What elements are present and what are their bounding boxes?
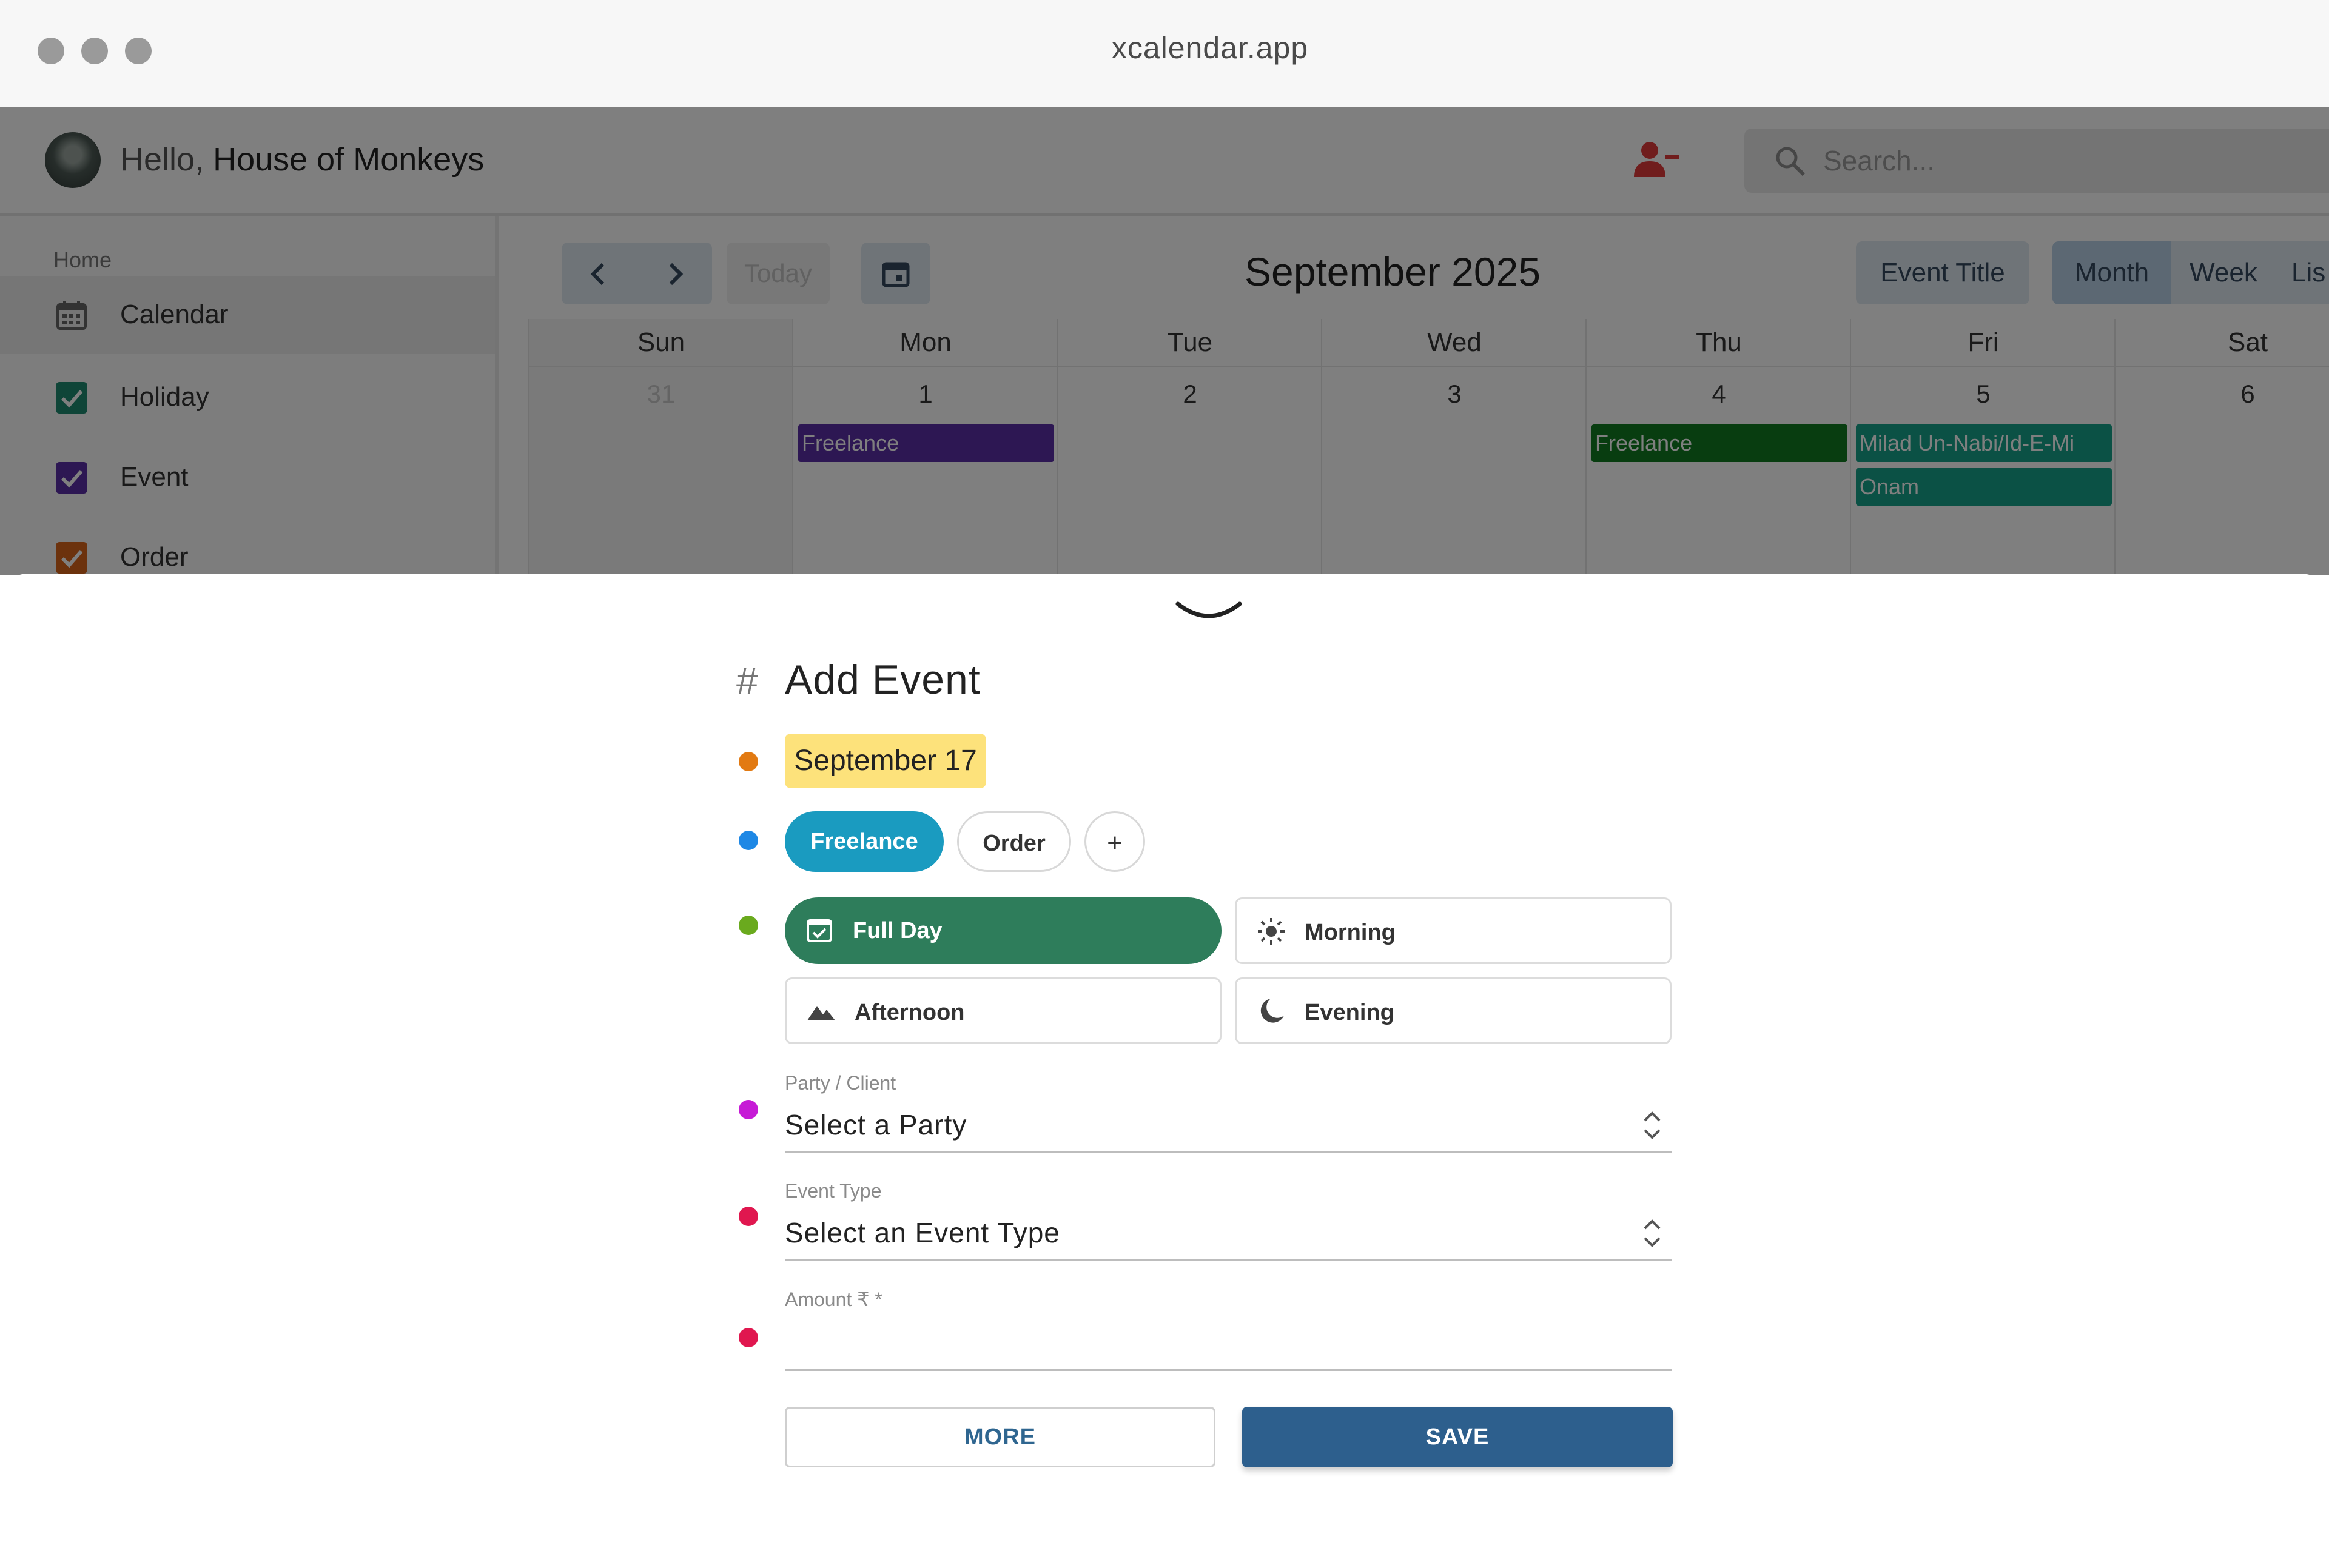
slot-afternoon[interactable]: Afternoon (785, 977, 1222, 1044)
party-label: Party / Client (785, 1072, 896, 1094)
party-select[interactable]: Select a Party (785, 1108, 967, 1141)
collapse-sheet-chevron-icon[interactable] (1175, 600, 1242, 630)
party-underline (785, 1151, 1672, 1153)
status-dot (739, 752, 758, 771)
select-updown-icon (1640, 1215, 1664, 1255)
event-type-label: Event Type (785, 1180, 882, 1202)
moon-icon (1256, 996, 1286, 1030)
status-dot (739, 1328, 758, 1347)
save-button[interactable]: SAVE (1242, 1407, 1673, 1467)
slot-full-day[interactable]: Full Day (785, 897, 1222, 964)
add-event-sheet: # Add Event September 17 Freelance Order… (0, 574, 2329, 1568)
sheet-title: Add Event (785, 657, 981, 703)
status-dot (739, 916, 758, 935)
amount-input[interactable] (785, 1319, 1672, 1362)
add-category-button[interactable]: + (1084, 811, 1145, 872)
window-titlebar: xcalendar.app (0, 0, 2329, 107)
event-type-underline (785, 1259, 1672, 1261)
window-title: xcalendar.app (1111, 31, 1309, 65)
mountain-icon (806, 996, 836, 1030)
status-dot (739, 831, 758, 850)
status-dot (739, 1100, 758, 1119)
slot-label: Morning (1305, 920, 1396, 945)
slot-label: Afternoon (855, 1000, 965, 1025)
category-chip-order[interactable]: Order (957, 811, 1071, 872)
calendar-check-icon (804, 914, 835, 948)
category-chip-freelance[interactable]: Freelance (785, 811, 944, 872)
amount-underline (785, 1369, 1672, 1371)
slot-label: Full Day (853, 918, 943, 943)
status-dot (739, 1207, 758, 1226)
amount-label: Amount ₹ * (785, 1288, 882, 1310)
more-button[interactable]: MORE (785, 1407, 1215, 1467)
sun-icon (1256, 916, 1286, 950)
slot-evening[interactable]: Evening (1235, 977, 1672, 1044)
event-date-chip[interactable]: September 17 (785, 734, 986, 788)
hash-icon: # (736, 659, 758, 703)
event-type-select[interactable]: Select an Event Type (785, 1216, 1060, 1249)
select-updown-icon (1640, 1107, 1664, 1147)
modal-backdrop[interactable] (0, 107, 2329, 575)
slot-label: Evening (1305, 1000, 1394, 1025)
slot-morning[interactable]: Morning (1235, 897, 1672, 964)
